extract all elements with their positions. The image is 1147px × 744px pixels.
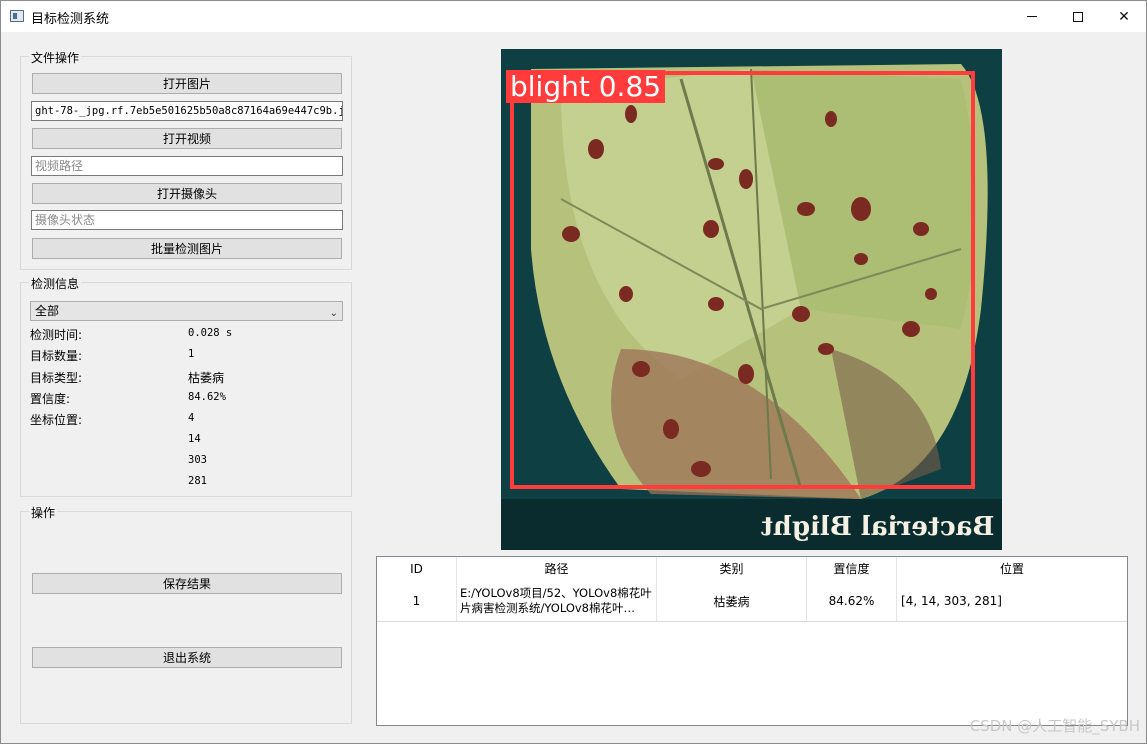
minimize-icon (1027, 16, 1037, 17)
confidence-value: 84.62% (188, 391, 226, 403)
count-label: 目标数量: (30, 349, 83, 363)
header-position[interactable]: 位置 (897, 557, 1127, 581)
image-path-field[interactable]: ght-78-_jpg.rf.7eb5e501625b50a8c87164a69… (31, 101, 343, 121)
save-result-button[interactable]: 保存结果 (32, 573, 342, 594)
coord-ymax: 281 (188, 475, 207, 487)
type-label: 目标类型: (30, 371, 83, 385)
detection-box (510, 71, 975, 489)
header-class[interactable]: 类别 (657, 557, 807, 581)
header-confidence[interactable]: 置信度 (807, 557, 897, 581)
target-select-value: 全部 (35, 304, 60, 318)
detection-label: blight 0.85 (506, 70, 666, 103)
video-path-field[interactable]: 视频路径 (31, 156, 343, 176)
maximize-icon (1073, 11, 1083, 22)
title-bar: 目标检测系统 ✕ (1, 1, 1146, 32)
group-title-file-ops: 文件操作 (29, 49, 82, 66)
open-image-button[interactable]: 打开图片 (32, 73, 342, 94)
coord-label: 坐标位置: (30, 413, 83, 427)
open-video-button[interactable]: 打开视频 (32, 128, 342, 149)
header-id[interactable]: ID (377, 557, 457, 581)
header-path[interactable]: 路径 (457, 557, 657, 581)
cell-class: 枯萎病 (657, 581, 807, 621)
detection-info-group: 检测信息 全部 ⌄ 检测时间: 0.028 s 目标数量: 1 目标类型: 枯萎… (20, 275, 352, 497)
csdn-watermark: CSDN @人工智能_SYBH (969, 717, 1140, 735)
cell-position: [4, 14, 303, 281] (901, 594, 1002, 608)
chevron-down-icon: ⌄ (329, 308, 338, 319)
exit-system-button[interactable]: 退出系统 (32, 647, 342, 668)
operations-group: 操作 保存结果 退出系统 (20, 504, 352, 724)
group-title-ops: 操作 (29, 504, 58, 521)
table-header: ID 路径 类别 置信度 位置 (377, 557, 1127, 581)
type-value: 枯萎病 (188, 371, 225, 385)
group-title-detect-info: 检测信息 (29, 275, 82, 292)
confidence-label: 置信度: (30, 392, 71, 406)
window-title: 目标检测系统 (31, 12, 110, 27)
results-table[interactable]: ID 路径 类别 置信度 位置 1 E:/YOLOv8项目/52、YOLOv8棉… (376, 556, 1128, 726)
app-icon (10, 10, 24, 22)
coord-xmin: 4 (188, 412, 195, 424)
maximize-button[interactable] (1055, 1, 1101, 32)
batch-detect-button[interactable]: 批量检测图片 (32, 238, 342, 259)
coord-ymin: 14 (188, 433, 201, 445)
open-camera-button[interactable]: 打开摄像头 (32, 183, 342, 204)
camera-status-field[interactable]: 摄像头状态 (31, 210, 343, 230)
app-window: 目标检测系统 ✕ 文件操作 打开图片 ght-78-_jpg.rf.7eb5e5… (0, 0, 1147, 744)
time-value: 0.028 s (188, 327, 233, 339)
close-icon: ✕ (1118, 8, 1130, 25)
coord-xmax: 303 (188, 454, 207, 466)
file-operations-group: 文件操作 打开图片 ght-78-_jpg.rf.7eb5e501625b50a… (20, 49, 352, 270)
table-row[interactable]: 1 E:/YOLOv8项目/52、YOLOv8棉花叶片病害检测系统/YOLOv8… (377, 581, 1127, 622)
target-select[interactable]: 全部 ⌄ (30, 301, 343, 321)
image-watermark: Bacterial Blight (760, 512, 994, 542)
cell-id: 1 (377, 581, 457, 621)
count-value: 1 (188, 348, 195, 360)
close-button[interactable]: ✕ (1101, 1, 1147, 32)
detection-image: blight 0.85 Bacterial Blight (501, 49, 1002, 550)
cell-path: E:/YOLOv8项目/52、YOLOv8棉花叶片病害检测系统/YOLOv8棉花… (457, 581, 657, 621)
time-label: 检测时间: (30, 328, 83, 342)
minimize-button[interactable] (1009, 1, 1055, 32)
cell-confidence: 84.62% (807, 581, 897, 621)
